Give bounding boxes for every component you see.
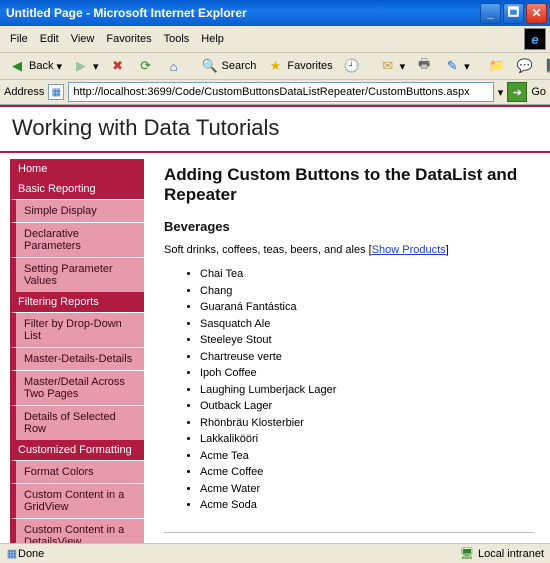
page-icon: ▦ (48, 84, 64, 100)
status-bar: ▦ Done 🖥Local intranet (0, 543, 550, 563)
close-button[interactable]: ✕ (526, 3, 547, 24)
dropdown-icon: ▾ (400, 60, 406, 73)
dropdown-icon: ▾ (93, 60, 99, 73)
menu-edit[interactable]: Edit (34, 31, 65, 47)
show-products-link[interactable]: Show Products (372, 244, 446, 256)
list-item: Laughing Lumberjack Lager (200, 382, 534, 399)
edit-button[interactable]: ✎▾ (439, 55, 474, 77)
stop-icon: ✖ (109, 57, 127, 75)
menu-favorites[interactable]: Favorites (100, 31, 157, 47)
list-item: Sasquatch Ale (200, 316, 534, 333)
divider (164, 532, 534, 533)
mail-button[interactable]: ✉▾ (375, 55, 410, 77)
menu-bar: File Edit View Favorites Tools Help e (0, 26, 550, 53)
list-item: Acme Water (200, 481, 534, 498)
intranet-icon: 🖥 (460, 547, 474, 560)
sidebar-item[interactable]: Custom Content in a GridView (10, 483, 144, 518)
list-item: Acme Tea (200, 448, 534, 465)
section-desc: Soft drinks, coffees, teas, beers, and a… (164, 244, 534, 256)
search-button[interactable]: 🔍Search (197, 55, 261, 77)
mail-icon: ✉ (379, 57, 397, 75)
go-button[interactable]: ➔ (507, 82, 527, 102)
history-button[interactable]: 🕘 (339, 55, 365, 77)
edit-icon: ✎ (443, 57, 461, 75)
list-item: Acme Coffee (200, 464, 534, 481)
extra-button-3[interactable]: 📘 (540, 55, 550, 77)
list-item: Steeleye Stout (200, 332, 534, 349)
list-item: Chai Tea (200, 266, 534, 283)
maximize-button[interactable]: 🗖 (503, 3, 524, 24)
star-icon: ★ (266, 57, 284, 75)
menu-view[interactable]: View (65, 31, 101, 47)
sidebar-section[interactable]: Customized Formatting (10, 440, 144, 460)
history-icon: 🕘 (343, 57, 361, 75)
menu-help[interactable]: Help (195, 31, 230, 47)
menu-tools[interactable]: Tools (158, 31, 196, 47)
sidebar-nav: HomeBasic ReportingSimple DisplayDeclara… (0, 153, 144, 543)
window-titlebar: Untitled Page - Microsoft Internet Explo… (0, 0, 550, 26)
dropdown-icon: ▾ (56, 60, 62, 73)
security-zone: 🖥Local intranet (460, 547, 544, 560)
back-icon: ◀ (8, 57, 26, 75)
content-heading: Adding Custom Buttons to the DataList an… (164, 165, 534, 205)
address-input[interactable] (68, 82, 493, 102)
done-icon: ▦ (6, 548, 18, 560)
list-item: Chartreuse verte (200, 349, 534, 366)
list-item: Ipoh Coffee (200, 365, 534, 382)
sidebar-section[interactable]: Home (10, 159, 144, 179)
refresh-button[interactable]: ⟳ (133, 55, 159, 77)
folder-icon: 📁 (488, 57, 506, 75)
search-icon: 🔍 (201, 57, 219, 75)
print-icon: 🖶 (415, 57, 433, 75)
back-button[interactable]: ◀Back▾ (4, 55, 66, 77)
list-item: Guaraná Fantástica (200, 299, 534, 316)
ie-logo-icon: e (524, 28, 546, 50)
stop-button[interactable]: ✖ (105, 55, 131, 77)
minimize-button[interactable]: _ (480, 3, 501, 24)
refresh-icon: ⟳ (137, 57, 155, 75)
sidebar-item[interactable]: Custom Content in a DetailsView (10, 518, 144, 543)
sidebar-item[interactable]: Declarative Parameters (10, 222, 144, 257)
sidebar-section[interactable]: Filtering Reports (10, 292, 144, 312)
address-bar: Address ▦ ▾ ➔ Go (0, 80, 550, 105)
browser-viewport[interactable]: Working with Data Tutorials HomeBasic Re… (0, 105, 550, 543)
favorites-button[interactable]: ★Favorites (262, 55, 336, 77)
home-icon: ⌂ (165, 57, 183, 75)
list-item: Lakkalikööri (200, 431, 534, 448)
forward-button[interactable]: ▶▾ (68, 55, 103, 77)
list-item: Chang (200, 283, 534, 300)
sidebar-section[interactable]: Basic Reporting (10, 179, 144, 199)
extra-button-2[interactable]: 💬 (512, 55, 538, 77)
sidebar-item[interactable]: Simple Display (10, 199, 144, 222)
toolbar: ◀Back▾ ▶▾ ✖ ⟳ ⌂ 🔍Search ★Favorites 🕘 ✉▾ … (0, 53, 550, 80)
forward-icon: ▶ (72, 57, 90, 75)
print-button[interactable]: 🖶 (411, 55, 437, 77)
sidebar-item[interactable]: Master-Details-Details (10, 347, 144, 370)
list-item: Rhönbräu Klosterbier (200, 415, 534, 432)
discuss-icon: 💬 (516, 57, 534, 75)
home-button[interactable]: ⌂ (161, 55, 187, 77)
go-label: Go (531, 86, 546, 98)
section-title: Beverages (164, 219, 534, 234)
sidebar-item[interactable]: Filter by Drop-Down List (10, 312, 144, 347)
content-area: Adding Custom Buttons to the DataList an… (144, 153, 550, 543)
menu-file[interactable]: File (4, 31, 34, 47)
dropdown-icon: ▾ (464, 60, 470, 73)
status-text: Done (18, 548, 44, 560)
dropdown-icon[interactable]: ▾ (498, 86, 504, 99)
sidebar-item[interactable]: Master/Detail Across Two Pages (10, 370, 144, 405)
sidebar-item[interactable]: Setting Parameter Values (10, 257, 144, 292)
sidebar-item[interactable]: Format Colors (10, 460, 144, 483)
sidebar-item[interactable]: Details of Selected Row (10, 405, 144, 440)
product-list: Chai TeaChangGuaraná FantásticaSasquatch… (200, 266, 534, 514)
page-title: Working with Data Tutorials (0, 107, 550, 153)
list-item: Acme Soda (200, 497, 534, 514)
extra-button-1[interactable]: 📁 (484, 55, 510, 77)
research-icon: 📘 (544, 57, 550, 75)
address-label: Address (4, 86, 44, 98)
window-title: Untitled Page - Microsoft Internet Explo… (6, 6, 478, 20)
list-item: Outback Lager (200, 398, 534, 415)
